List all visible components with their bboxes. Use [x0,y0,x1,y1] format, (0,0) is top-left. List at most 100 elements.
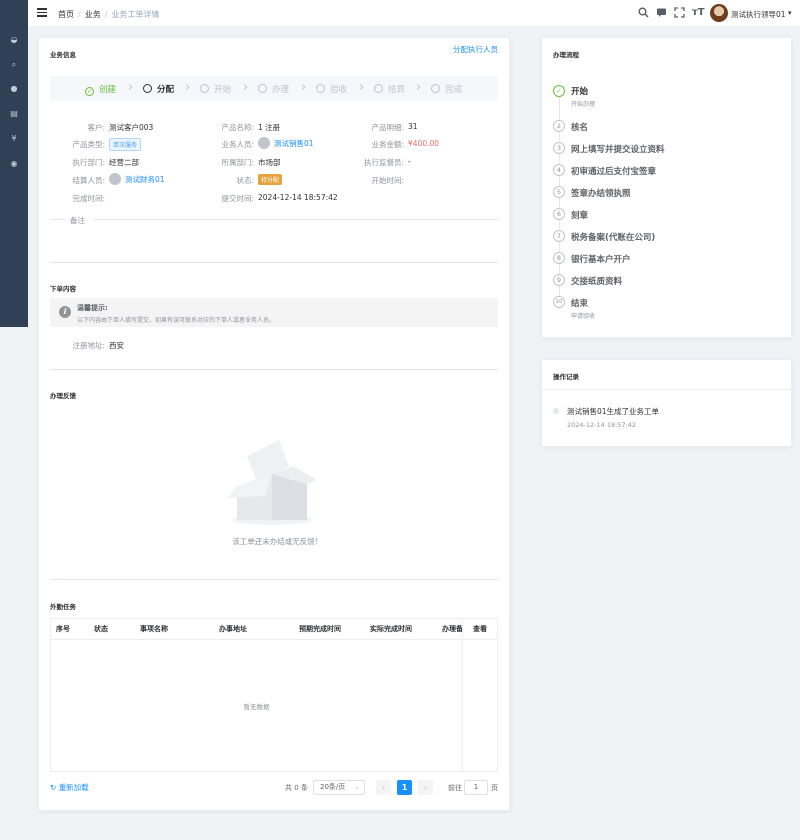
status-label: 状态: [236,176,254,185]
message-icon[interactable] [656,7,667,18]
flow-step-title: 网上填写并提交设立资料 [571,145,665,155]
product-name-label: 产品名称: [221,123,254,132]
flow-step-title: 初审通过后支付宝签章 [571,167,657,177]
breadcrumb-current: 业务工单详情 [111,10,160,19]
tasks-title: 外勤任务 [50,603,76,611]
page-number-current[interactable]: 1 [397,780,412,795]
feedback-empty-text: 该工单还未办结或无反馈! [232,537,318,546]
settler-value[interactable]: 测试财务01 [109,173,165,185]
exec-dept-value: 经营二部 [109,158,139,167]
user-icon[interactable]: ● [9,84,19,94]
remark-label: 备注 [70,216,85,225]
feedback-title: 办理反馈 [50,392,76,400]
next-page-button[interactable]: › [418,780,433,795]
step-start: 开始 [200,83,231,95]
breadcrumb-home[interactable]: 首页 [58,10,74,19]
reload-icon: ↻ [50,783,57,792]
breadcrumb-business[interactable]: 业务 [85,10,101,19]
sidebar: ◒ ⌕ ● ▤ ¥ ◉ [0,0,28,327]
chevron-right-icon: › [416,80,422,95]
step-assign: 分配 [143,83,174,95]
column-header: 序号 [56,625,70,633]
address-label: 注册地址: [72,341,105,350]
product-detail-label: 产品明细: [371,123,404,132]
search-icon[interactable] [638,7,649,18]
settler-avatar [109,173,121,185]
address-value: 西安 [109,341,124,350]
flow-step-number: 7 [553,230,565,242]
info-icon: i [59,306,71,318]
yen-icon[interactable]: ¥ [9,134,19,144]
tip-text: 以下内容由下单人填写提交，如果有误可联系对应的下单人或者业务人员。 [77,317,276,324]
chevron-right-icon: › [185,80,191,95]
prev-page-button[interactable]: ‹ [376,780,391,795]
avatar[interactable] [710,4,728,22]
salesperson-label: 业务人员: [221,140,254,149]
product-type-tag: 单次服务 [109,138,142,151]
step-accept: 验收 [316,83,347,95]
flow-step-title: 核名 [571,123,589,133]
flow-title: 办理流程 [553,51,579,59]
submit-time-label: 提交时间: [221,194,254,203]
chevron-right-icon: › [128,80,134,95]
search-doc-icon[interactable]: ⌕ [9,60,19,70]
timeline-dot [553,408,559,414]
flow-card: 办理流程 ✓ 开始 开始办理 2 核名 3 网上填写并提交设立资料 4 初审通过… [541,37,792,338]
pagination-total: 共 0 条 [285,784,308,792]
menu-icon[interactable] [37,8,47,17]
main-card: 业务信息 分配执行人员 ✓ 创建 › 分配 › 开始 › 办理 › 验收 › 结算… [38,37,510,811]
fullscreen-icon[interactable] [674,7,685,18]
settler-label: 结算人员: [72,176,105,185]
customer-value[interactable]: 测试客户003 [109,122,153,133]
flow-step-number: 3 [553,142,565,154]
status-value: 待分配 [258,174,283,185]
flow-step-title: 银行基本户开户 [571,255,631,265]
goto-label: 前往 [448,784,462,792]
column-header: 办事地址 [219,625,247,633]
product-type-value: 单次服务 [109,138,142,151]
product-name-value[interactable]: 1 注册 [258,122,280,133]
section-divider [50,369,498,370]
info-title: 业务信息 [50,51,76,59]
product-type-label: 产品类型: [72,140,105,149]
step-complete: 完成 [431,83,462,95]
chevron-right-icon: › [243,80,249,95]
supervisor-value: - [408,157,411,166]
product-detail-value[interactable]: 31 [408,122,418,131]
flow-step-number: 2 [553,120,565,132]
page-size-select[interactable]: 20条/页 ⌄ [313,780,365,795]
step-create: ✓ 创建 [85,85,117,96]
user-name[interactable]: 测试执行领导01 [731,9,786,20]
breadcrumb: 首页 / 业务 / 业务工单详情 [58,10,160,19]
flow-step-number: 4 [553,164,565,176]
chevron-right-icon: › [359,80,365,95]
flow-step-number: 6 [553,208,565,220]
font-size-icon[interactable]: тT [692,7,705,18]
flow-step-number: 9 [553,274,565,286]
dept-label: 所属部门: [221,158,254,167]
check-icon: ✓ [85,87,94,96]
flow-step-title: 刻章 [571,211,589,221]
step-settle: 结算 [374,83,405,95]
document-icon[interactable]: ▤ [9,109,19,119]
reload-button[interactable]: ↻ 重新加载 [50,782,89,793]
goto-page-input[interactable]: 1 [464,780,488,795]
start-time-label: 开始时间: [371,176,404,185]
customer-label: 客户: [87,123,105,132]
flow-step-desc: 开始办理 [571,101,596,108]
flow-step-desc: 申请验收 [571,313,596,320]
salesperson-value[interactable]: 测试销售01 [258,137,314,149]
submit-time-value: 2024-12-14 18:57:42 [258,193,338,202]
column-header: 实际完成时间 [370,625,412,633]
chevron-down-icon[interactable]: ▾ [788,9,792,17]
status-badge: 待分配 [258,174,283,185]
dashboard-icon[interactable]: ◒ [9,35,19,45]
log-title: 操作记录 [553,373,579,381]
settings-icon[interactable]: ◉ [9,159,19,169]
tip-box: i 温馨提示: 以下内容由下单人填写提交，如果有误可联系对应的下单人或者业务人员… [50,298,498,327]
column-header: 办理备 [442,625,463,633]
log-entry-text: 测试销售01生成了业务工单 [567,407,660,416]
progress-steps: ✓ 创建 › 分配 › 开始 › 办理 › 验收 › 结算 › 完成 [50,76,498,101]
assign-executor-link[interactable]: 分配执行人员 [453,44,498,55]
table-empty-text: 暂无数据 [243,703,270,711]
